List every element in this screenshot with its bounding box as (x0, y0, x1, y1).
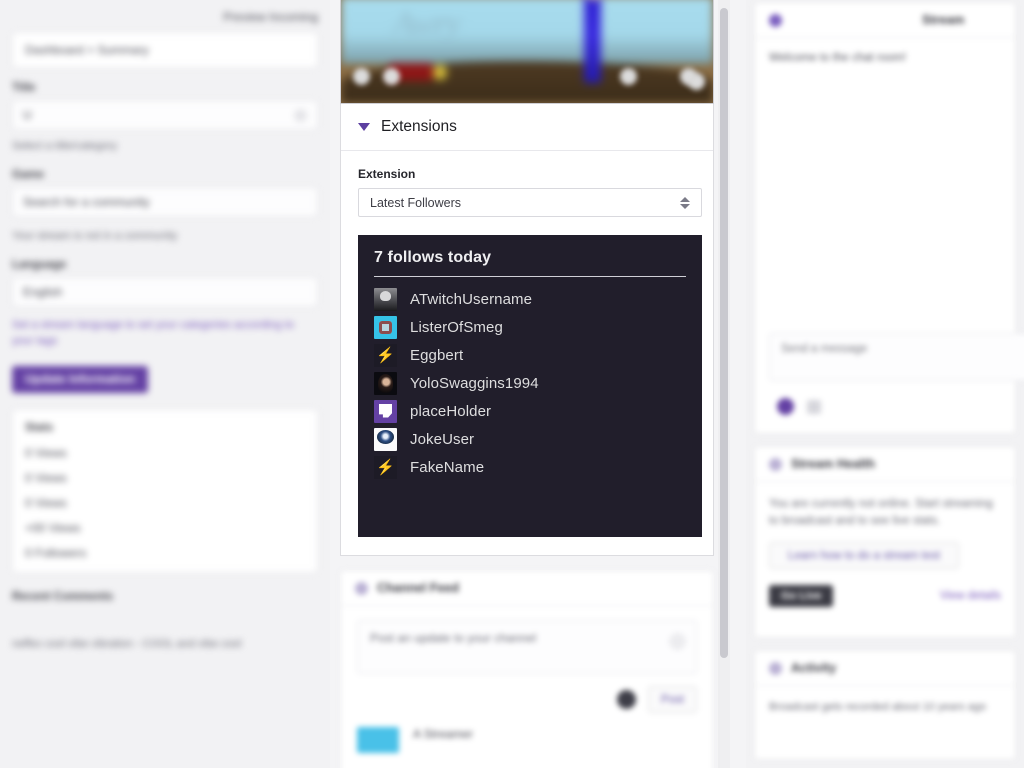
preview-image: Awry (341, 0, 713, 103)
stop-control[interactable] (383, 68, 400, 85)
list-item[interactable]: JokeUser (374, 425, 686, 453)
stepper-updown-icon[interactable] (680, 196, 690, 209)
language-select[interactable]: English (12, 276, 318, 307)
activity-icon (769, 661, 782, 675)
title-label: Title (12, 82, 36, 94)
list-item[interactable]: Eggbert (374, 341, 686, 369)
twitch-glitch-avatar (374, 399, 397, 423)
feed-item: A Streamer (341, 713, 713, 753)
left-sidebar: Preview Incoming Dashboard > Summary Tit… (0, 0, 330, 768)
list-item[interactable]: FakeName (374, 453, 686, 481)
follower-name: ATwitchUsername (410, 290, 533, 308)
extension-field-label: Extension (358, 167, 416, 181)
game-input[interactable]: Search for a community (12, 186, 318, 217)
post-placeholder: Post an update to your channel (370, 631, 537, 645)
view-details-link[interactable]: View details (940, 590, 1001, 602)
badge-icon[interactable] (807, 399, 821, 414)
extensions-title: Extensions (381, 118, 457, 135)
chat-welcome-message: Welcome to the chat room! (769, 52, 907, 64)
stat-item: +00 Views (25, 520, 81, 535)
camera-icon[interactable] (616, 690, 636, 709)
scrollbar-thumb[interactable] (720, 8, 728, 658)
comment-text: neffex cool vibe vibration - COOL and vi… (12, 637, 242, 650)
follows-today-heading: 7 follows today (374, 249, 686, 277)
channel-feed-card: Channel Feed Post an update to your chan… (340, 570, 714, 768)
language-label: Language (12, 258, 67, 271)
go-live-button[interactable]: Go Live (769, 585, 834, 608)
follower-list: ATwitchUsername ListerOfSmeg Eggbert (374, 277, 686, 481)
preview-watermark: Awry (393, 5, 461, 42)
game-label: Game (12, 168, 44, 181)
extension-select[interactable]: Latest Followers (358, 188, 702, 217)
health-icon (769, 457, 782, 471)
follower-name: Eggbert (410, 346, 464, 364)
list-item[interactable]: YoloSwaggins1994 (374, 369, 686, 397)
cyan-avatar (374, 315, 397, 339)
follower-name: JokeUser (410, 430, 475, 448)
follower-name: placeHolder (410, 402, 492, 420)
stream-test-hint-button[interactable]: Learn how to do a stream test (769, 542, 959, 570)
bot-icon (769, 13, 782, 27)
tags-hint: Your stream is not in a community (12, 229, 178, 242)
extensions-card: Extensions Extension Latest Followers 7 … (340, 104, 714, 556)
breadcrumb: Dashboard > Summary (25, 43, 149, 57)
robot-avatar (374, 287, 397, 311)
bolt-avatar (374, 455, 397, 479)
list-item[interactable]: ATwitchUsername (374, 285, 686, 313)
chat-message-input[interactable]: Send a message (769, 333, 1024, 381)
feed-actions: Post (341, 674, 713, 713)
settings-control-b[interactable] (688, 73, 705, 90)
latest-followers-widget: 7 follows today ATwitchUsername ListerOf… (358, 235, 702, 537)
channel-feed-post-input[interactable]: Post an update to your channel (357, 620, 697, 674)
preview-incoming-link[interactable]: Preview Incoming (223, 10, 318, 24)
right-sidebar: Stream Welcome to the chat room! Send a … (746, 0, 1024, 768)
language-value: English (23, 284, 63, 299)
globe-avatar (374, 427, 397, 451)
extensions-header[interactable]: Extensions (341, 104, 713, 151)
dashboard-root: Preview Incoming Dashboard > Summary Tit… (0, 0, 1024, 768)
update-information-button[interactable]: Update Information (12, 365, 148, 393)
extensions-body: Extension Latest Followers 7 follows tod… (341, 151, 713, 555)
stream-preview[interactable]: Awry (340, 0, 714, 104)
activity-title: Activity (791, 661, 837, 675)
stat-item: 0 Followers (25, 545, 87, 560)
caret-down-icon[interactable] (358, 123, 370, 131)
list-item[interactable]: ListerOfSmeg (374, 313, 686, 341)
stat-item: 0 Views (25, 470, 67, 485)
gear-icon[interactable] (669, 633, 686, 650)
center-column: Awry Extensions Extension Latest Followe… (340, 0, 714, 768)
stat-item: 0 Views (25, 495, 67, 510)
photo-avatar (374, 371, 397, 395)
extension-selected-value: Latest Followers (370, 195, 462, 210)
chat-input-placeholder: Send a message (781, 343, 868, 355)
follower-name: YoloSwaggins1994 (410, 374, 539, 392)
clear-icon[interactable] (294, 108, 307, 122)
stream-health-body: You are currently not online. Start stre… (769, 498, 993, 527)
language-note: Set a stream language to set your catego… (12, 318, 294, 347)
title-value: U (23, 108, 32, 122)
chat-panel-title: Stream (922, 13, 965, 27)
channel-feed-title: Channel Feed (377, 581, 459, 595)
stats-title: Stats (25, 421, 54, 434)
channel-feed-icon (355, 581, 368, 595)
play-control[interactable] (353, 68, 370, 85)
game-value: Search for a community (23, 194, 150, 209)
bolt-avatar (374, 343, 397, 367)
feed-item-author: A Streamer (413, 727, 474, 741)
volume-control[interactable] (620, 68, 637, 85)
stat-item: 0 Views (25, 445, 67, 460)
list-item[interactable]: placeHolder (374, 397, 686, 425)
emote-icon[interactable] (777, 398, 794, 415)
stream-health-title: Stream Health (791, 457, 876, 471)
follower-name: FakeName (410, 458, 485, 476)
title-input[interactable]: U (12, 100, 318, 130)
post-button[interactable]: Post (647, 686, 697, 713)
title-hint: Select a title/category (12, 140, 118, 152)
follower-name: ListerOfSmeg (410, 318, 503, 336)
avatar (357, 727, 399, 753)
recent-comments-title: Recent Comments (12, 590, 113, 603)
activity-body: Broadcast gets recorded about 10 years a… (769, 701, 987, 713)
